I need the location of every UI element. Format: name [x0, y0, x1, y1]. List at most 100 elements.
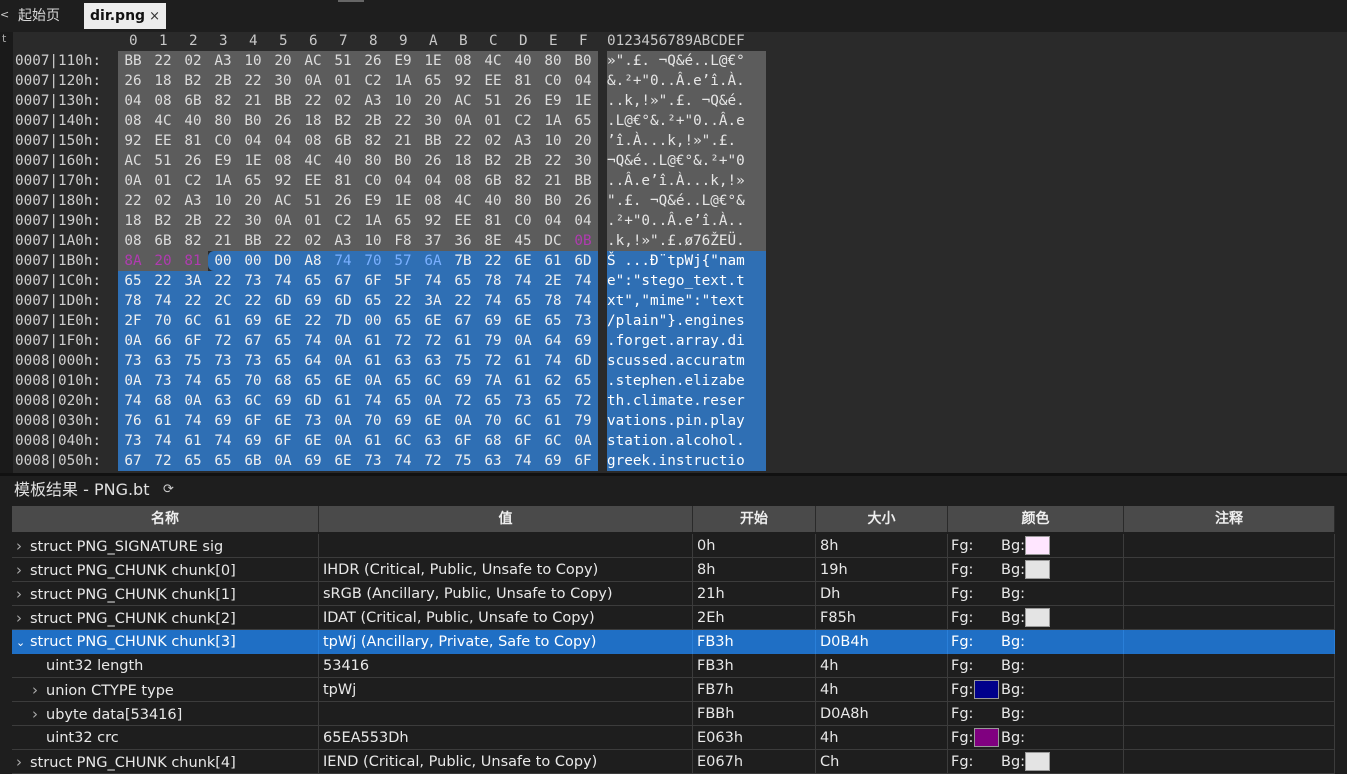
hex-byte[interactable]: 6F — [268, 431, 298, 451]
hex-byte[interactable]: B2 — [148, 211, 178, 231]
hex-byte[interactable]: 6A — [418, 251, 448, 271]
hex-byte[interactable]: 8A — [118, 251, 148, 271]
hex-byte[interactable]: 65 — [208, 371, 238, 391]
hex-byte[interactable]: 6B — [478, 171, 508, 191]
hex-byte[interactable]: 0A — [178, 391, 208, 411]
hex-byte[interactable]: 26 — [178, 151, 208, 171]
hex-byte[interactable]: 10 — [238, 51, 268, 71]
hex-byte[interactable]: 63 — [148, 351, 178, 371]
ascii-text[interactable]: ’î.À...k‚!»".£. — [607, 131, 766, 151]
hex-byte[interactable]: 6B — [238, 451, 268, 471]
hex-byte[interactable]: 6C — [388, 431, 418, 451]
hex-byte[interactable]: 65 — [208, 451, 238, 471]
hex-byte[interactable]: 76 — [118, 411, 148, 431]
hex-byte[interactable]: 51 — [328, 51, 358, 71]
hex-byte[interactable]: 22 — [148, 51, 178, 71]
hex-byte[interactable]: 22 — [298, 91, 328, 111]
hex-byte[interactable]: 57 — [388, 251, 418, 271]
hex-byte[interactable]: B0 — [538, 191, 568, 211]
hex-byte[interactable]: 0A — [298, 71, 328, 91]
hex-byte[interactable]: BB — [118, 51, 148, 71]
table-row[interactable]: › struct PNG_CHUNK chunk[4] IEND (Critical… — [12, 750, 1335, 774]
hex-byte[interactable]: 22 — [178, 291, 208, 311]
hex-byte[interactable]: 7A — [478, 371, 508, 391]
hex-byte[interactable]: 78 — [118, 291, 148, 311]
hex-byte[interactable]: 20 — [238, 191, 268, 211]
hex-byte[interactable]: 74 — [508, 271, 538, 291]
hex-byte[interactable]: 6D — [268, 291, 298, 311]
hex-byte[interactable]: 01 — [328, 71, 358, 91]
hex-byte[interactable]: 67 — [238, 331, 268, 351]
hex-byte[interactable]: C2 — [508, 111, 538, 131]
hex-byte[interactable]: B2 — [478, 151, 508, 171]
hex-byte[interactable]: 10 — [538, 131, 568, 151]
table-row[interactable]: uint32 length 53416 FB3h 4h Fg: Bg: — [12, 654, 1335, 678]
hex-byte[interactable]: 81 — [478, 211, 508, 231]
hex-byte[interactable]: 02 — [328, 91, 358, 111]
hex-byte[interactable]: E9 — [388, 51, 418, 71]
hex-byte[interactable]: 6E — [298, 431, 328, 451]
bg-color-swatch[interactable] — [1025, 560, 1050, 579]
column-header-size[interactable]: 大小 — [816, 506, 948, 532]
hex-byte[interactable]: 69 — [538, 451, 568, 471]
hex-byte[interactable]: 18 — [298, 111, 328, 131]
hex-byte[interactable]: 6C — [538, 431, 568, 451]
table-row[interactable]: › ubyte data[53416] FBBh D0A8h Fg: Bg: — [12, 702, 1335, 726]
hex-byte[interactable]: 6F — [568, 451, 598, 471]
hex-byte[interactable]: 65 — [568, 371, 598, 391]
hex-byte[interactable]: 65 — [568, 111, 598, 131]
hex-byte[interactable]: 61 — [208, 311, 238, 331]
hex-byte[interactable]: 82 — [508, 171, 538, 191]
hex-byte[interactable]: 22 — [538, 151, 568, 171]
hex-byte[interactable]: 65 — [478, 391, 508, 411]
hex-byte[interactable]: AC — [268, 191, 298, 211]
cell-color[interactable]: Fg: Bg: — [948, 726, 1124, 750]
hex-byte[interactable]: C0 — [358, 171, 388, 191]
hex-byte[interactable]: 68 — [268, 371, 298, 391]
hex-byte[interactable]: 18 — [118, 211, 148, 231]
hex-byte[interactable]: 65 — [298, 271, 328, 291]
hex-byte[interactable]: 65 — [448, 271, 478, 291]
cell-color[interactable]: Fg: Bg: — [948, 534, 1124, 558]
hex-byte[interactable]: D0 — [268, 251, 298, 271]
hex-byte[interactable]: 65 — [538, 311, 568, 331]
hex-byte[interactable]: 0A — [448, 411, 478, 431]
hex-byte[interactable]: 20 — [148, 251, 178, 271]
hex-byte[interactable]: 68 — [148, 391, 178, 411]
hex-byte[interactable]: 74 — [208, 431, 238, 451]
hex-byte[interactable]: 2B — [178, 211, 208, 231]
hex-byte[interactable]: 22 — [298, 311, 328, 331]
hex-byte[interactable]: 2B — [358, 111, 388, 131]
cell-color[interactable]: Fg: Bg: — [948, 606, 1124, 630]
hex-byte[interactable]: E9 — [208, 151, 238, 171]
ascii-text[interactable]: greek.instructio — [607, 451, 766, 471]
hex-byte[interactable]: 69 — [448, 371, 478, 391]
hex-byte[interactable]: 22 — [208, 271, 238, 291]
hex-byte[interactable]: 1A — [538, 111, 568, 131]
ascii-text[interactable]: Š ...Ð¨tpWj{"nam — [607, 251, 766, 271]
hex-byte[interactable]: 92 — [268, 171, 298, 191]
hex-byte[interactable]: 21 — [388, 131, 418, 151]
hex-byte[interactable]: AC — [118, 151, 148, 171]
hex-byte[interactable]: 4C — [478, 51, 508, 71]
hex-byte[interactable]: 21 — [238, 91, 268, 111]
hex-byte[interactable]: A8 — [298, 251, 328, 271]
hex-byte[interactable]: 40 — [478, 191, 508, 211]
hex-byte[interactable]: 65 — [388, 391, 418, 411]
hex-byte[interactable]: 01 — [298, 211, 328, 231]
ascii-text[interactable]: .forget.array.di — [607, 331, 766, 351]
hex-byte[interactable]: BB — [238, 231, 268, 251]
ascii-text[interactable]: ..k‚!»".£. ¬Q&é. — [607, 91, 766, 111]
hex-byte[interactable]: 6F — [508, 431, 538, 451]
cell-color[interactable]: Fg: Bg: — [948, 630, 1124, 654]
hex-byte[interactable]: 08 — [268, 151, 298, 171]
bg-color-swatch[interactable] — [1025, 752, 1050, 771]
hex-byte[interactable]: 04 — [418, 171, 448, 191]
hex-byte[interactable]: 75 — [448, 451, 478, 471]
hex-byte[interactable]: 81 — [178, 251, 208, 271]
hex-byte[interactable]: 2B — [208, 71, 238, 91]
hex-byte[interactable]: 6F — [178, 331, 208, 351]
hex-byte[interactable]: A3 — [328, 231, 358, 251]
hex-byte[interactable]: E9 — [358, 191, 388, 211]
cell-color[interactable]: Fg: Bg: — [948, 678, 1124, 702]
